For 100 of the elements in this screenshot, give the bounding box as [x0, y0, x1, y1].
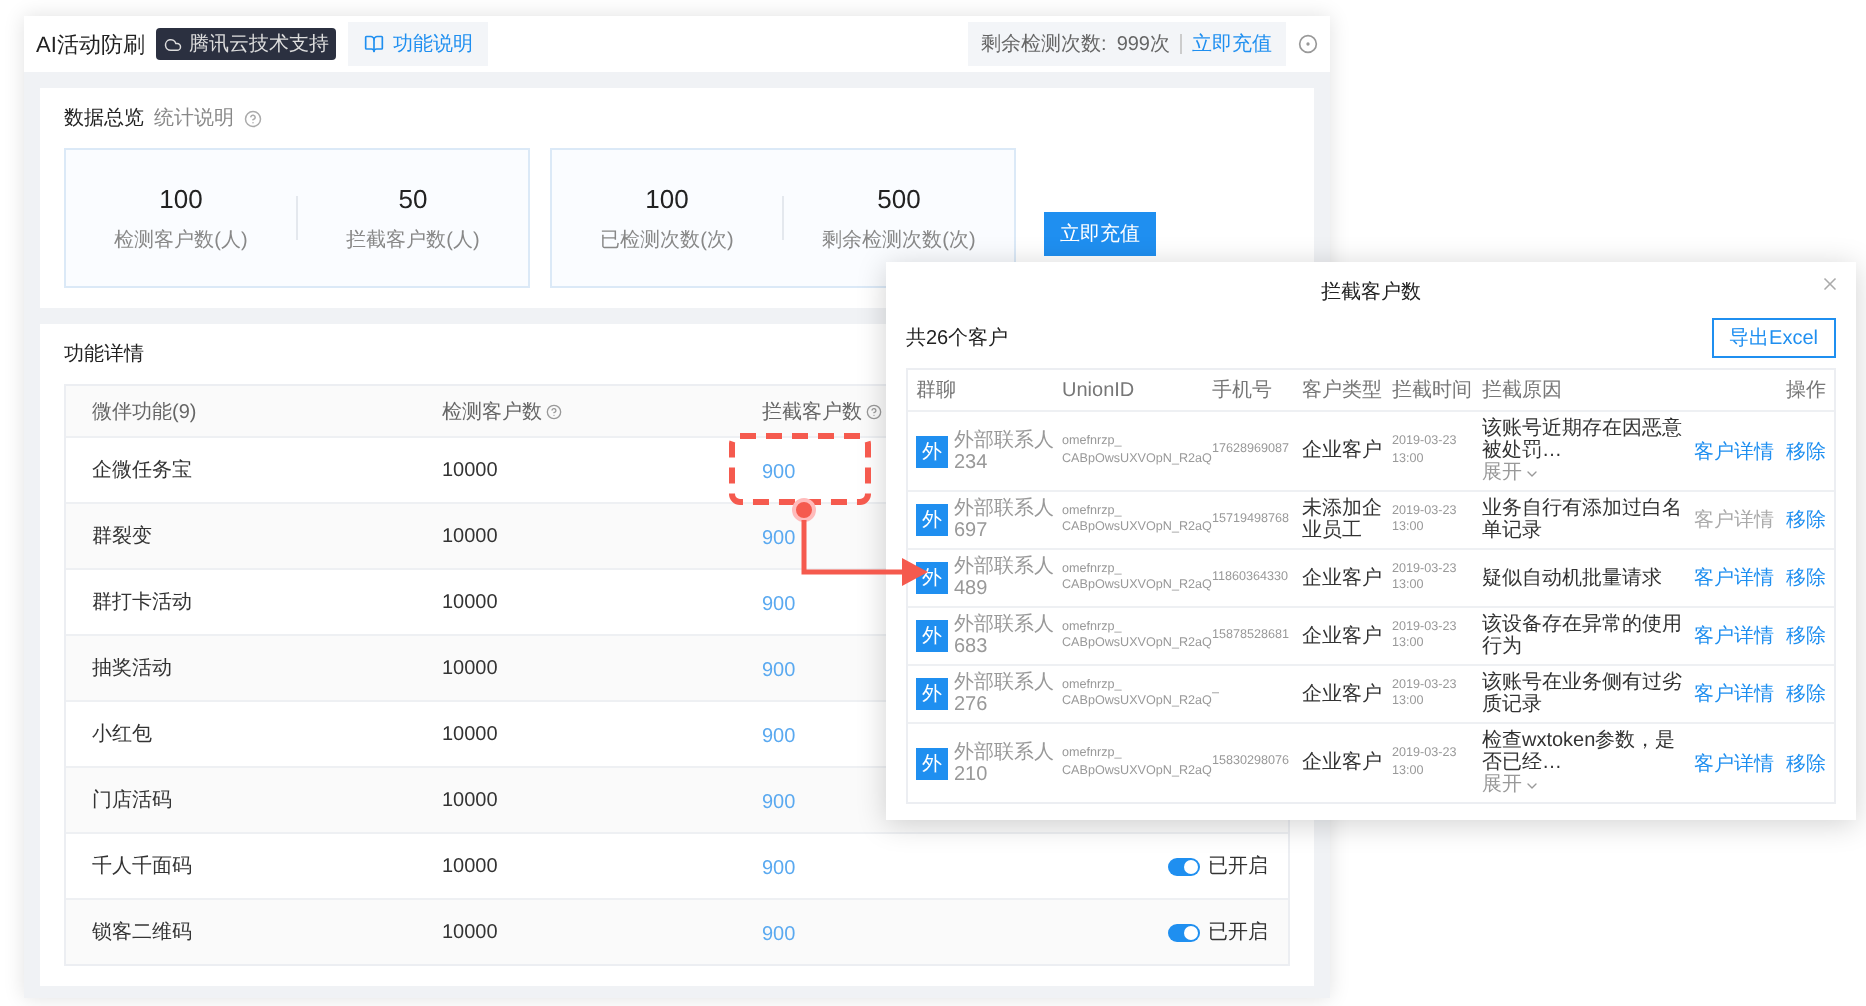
avatar: 外 [916, 504, 948, 536]
avatar: 外 [916, 678, 948, 710]
customer-detail-link[interactable]: 客户详情 [1694, 506, 1774, 534]
highlight-frame [729, 433, 871, 505]
contact-name: 外部联系人 [954, 556, 1054, 578]
customer-detail-link[interactable]: 客户详情 [1694, 564, 1774, 592]
help-icon[interactable] [244, 109, 262, 127]
feature-name: 锁客二维码 [92, 919, 194, 946]
detected-count: 10000 [442, 855, 500, 877]
column-header: 客户类型 [1302, 377, 1384, 404]
customer-type: 企业客户 [1302, 683, 1384, 705]
customer-type: 企业客户 [1302, 440, 1384, 462]
remove-link[interactable]: 移除 [1786, 749, 1826, 777]
toggle-switch[interactable] [1168, 857, 1200, 875]
customer-type: 企业客户 [1302, 625, 1384, 647]
block-reason: 疑似自动机批量请求 [1482, 567, 1664, 589]
contact-number: 697 [954, 520, 990, 542]
blocked-count-link[interactable]: 900 [762, 726, 796, 748]
circle-dot-icon[interactable] [1298, 34, 1318, 54]
remove-link[interactable]: 移除 [1786, 437, 1826, 465]
contact-number: 489 [954, 578, 990, 600]
cloud-icon [164, 35, 183, 53]
detected-count: 10000 [442, 657, 500, 679]
contact-name: 外部联系人 [954, 614, 1054, 636]
customer-type: 企业客户 [1302, 752, 1384, 774]
contact-number: 210 [954, 763, 990, 785]
blocked-count-link[interactable]: 900 [762, 528, 796, 550]
detected-count: 10000 [442, 789, 500, 811]
contact-name: 外部联系人 [954, 741, 1054, 763]
blocked-count-link[interactable]: 900 [762, 594, 796, 616]
dialog-title: 拦截客户数 [1319, 279, 1423, 306]
column-header: 拦截客户数 [762, 399, 862, 425]
close-button[interactable] [1820, 274, 1840, 294]
switch-knob [1184, 925, 1198, 939]
avatar: 外 [916, 435, 948, 467]
recharge-link[interactable]: 立即充值 [1192, 30, 1272, 58]
feature-name: 千人千面码 [92, 853, 194, 880]
stat-label: 已检测次数(次) [600, 227, 734, 253]
customer-detail-link[interactable]: 客户详情 [1694, 437, 1774, 465]
feature-name: 小红包 [92, 721, 154, 748]
remove-link[interactable]: 移除 [1786, 564, 1826, 592]
section-title: 数据总览 [64, 105, 144, 132]
contact-number: 234 [954, 451, 990, 473]
customer-count: 共26个客户 [906, 325, 1009, 352]
column-header: 检测客户数 [442, 399, 542, 425]
feature-name: 抽奖活动 [92, 655, 174, 682]
help-icon[interactable] [546, 403, 562, 419]
section-title: 功能详情 [64, 341, 144, 368]
feature-name: 群裂变 [92, 523, 154, 550]
customer-detail-link[interactable]: 客户详情 [1694, 622, 1774, 650]
book-icon [364, 34, 385, 54]
blocked-count-link[interactable]: 900 [762, 660, 796, 682]
feature-guide-tab[interactable]: 功能说明 [348, 22, 489, 66]
switch-status: 已开启 [1208, 919, 1268, 946]
column-header: 操作 [1784, 378, 1826, 404]
remove-link[interactable]: 移除 [1786, 622, 1826, 650]
export-button[interactable]: 导出Excel [1711, 318, 1836, 358]
block-reason: 该账号近期存在因恶意被处罚… [1482, 418, 1684, 462]
blocked-count-link[interactable]: 900 [762, 462, 796, 484]
switch-knob [1184, 859, 1198, 873]
feature-name: 群打卡活动 [92, 589, 194, 616]
avatar: 外 [916, 562, 948, 594]
column-header: UnionID [1062, 379, 1137, 401]
remove-link[interactable]: 移除 [1786, 680, 1826, 708]
block-reason: 业务自行有添加过白名单记录 [1482, 498, 1684, 542]
avatar: 外 [916, 747, 948, 779]
contact-name: 外部联系人 [954, 672, 1054, 694]
customer-detail-link[interactable]: 客户详情 [1694, 680, 1774, 708]
avatar: 外 [916, 620, 948, 652]
customer-detail-link[interactable]: 客户详情 [1694, 749, 1774, 777]
block-reason: 该账号在业务侧有过劣质记录 [1482, 672, 1684, 716]
remove-link[interactable]: 移除 [1786, 506, 1826, 534]
stat-label: 拦截客户数(人) [346, 227, 480, 253]
detected-count: 10000 [442, 723, 500, 745]
detected-count: 10000 [442, 591, 500, 613]
blocked-count-link[interactable]: 900 [762, 792, 796, 814]
customer-type: 未添加企业员工 [1302, 498, 1384, 542]
stat-value: 100 [159, 183, 203, 213]
stat-label: 剩余检测次数(次) [822, 227, 976, 253]
expand-link[interactable]: 展开 [1482, 774, 1688, 796]
detected-count: 10000 [442, 459, 500, 481]
stat-value: 100 [645, 183, 689, 213]
column-header: 群聊 [916, 378, 958, 404]
toggle-switch[interactable] [1168, 923, 1200, 941]
callout-dot [792, 498, 816, 522]
detected-count: 10000 [442, 921, 500, 943]
quota-label: 剩余检测次数: [981, 31, 1107, 58]
stat-label: 检测客户数(人) [114, 227, 248, 253]
recharge-button[interactable]: 立即充值 [1044, 212, 1156, 256]
help-icon[interactable] [866, 403, 882, 419]
expand-link[interactable]: 展开 [1482, 462, 1688, 484]
switch-status: 已开启 [1208, 853, 1268, 880]
contact-name: 外部联系人 [954, 429, 1054, 451]
blocked-count-link[interactable]: 900 [762, 924, 796, 946]
stats-hint: 统计说明 [154, 105, 234, 132]
contact-number: 683 [954, 636, 990, 658]
block-reason: 该设备存在异常的使用行为 [1482, 614, 1684, 658]
blocked-count-link[interactable]: 900 [762, 858, 796, 880]
stat-value: 50 [398, 183, 428, 213]
column-header: 手机号 [1212, 377, 1274, 404]
